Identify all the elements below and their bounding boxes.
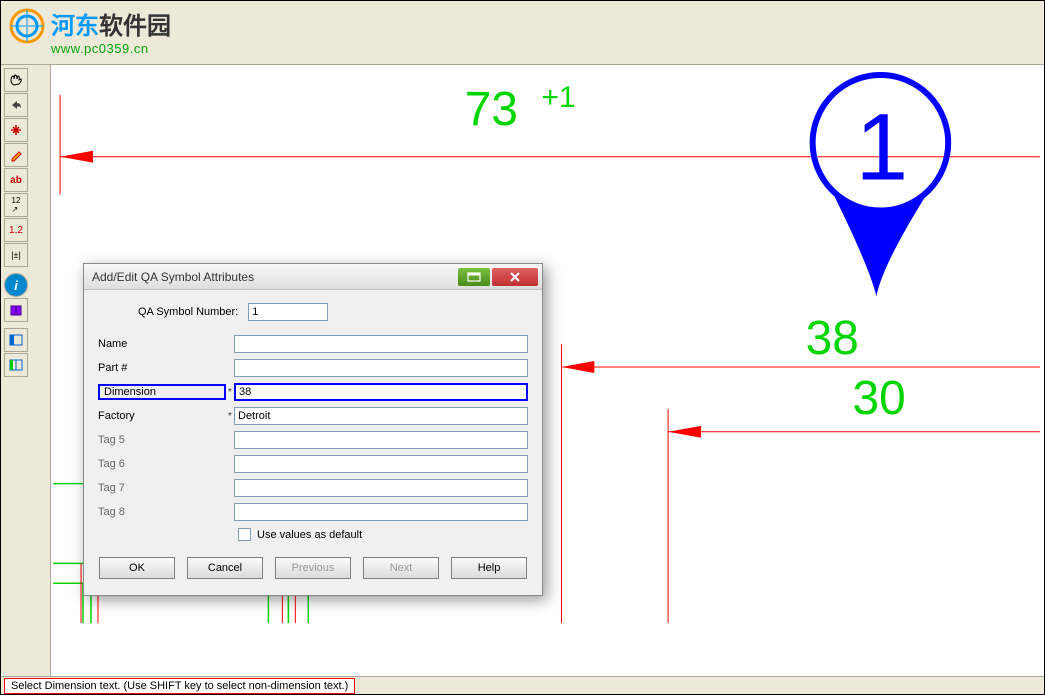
book-icon[interactable] xyxy=(4,298,28,322)
tolerance-icon[interactable]: |±| xyxy=(4,243,28,267)
dimension-star: * xyxy=(226,387,234,398)
tag8-label: Tag 8 xyxy=(98,506,226,518)
dialog-titlebar[interactable]: Add/Edit QA Symbol Attributes xyxy=(84,264,542,290)
previous-button[interactable]: Previous xyxy=(275,557,351,579)
tag5-label: Tag 5 xyxy=(98,434,226,446)
undo-tool-icon[interactable] xyxy=(4,93,28,117)
panel-split-icon[interactable] xyxy=(4,353,28,377)
tag7-label: Tag 7 xyxy=(98,482,226,494)
use-defaults-label: Use values as default xyxy=(257,529,362,541)
use-defaults-checkbox[interactable] xyxy=(238,528,251,541)
pan-tool-icon[interactable] xyxy=(4,68,28,92)
qa-symbol-number-label: QA Symbol Number: xyxy=(138,306,248,318)
left-toolbar: ab 12↗ 1.2 |±| i xyxy=(1,65,51,676)
dim-tol-icon[interactable]: 1.2 xyxy=(4,218,28,242)
info-icon[interactable]: i xyxy=(4,273,28,297)
tag6-input[interactable] xyxy=(234,455,528,473)
dialog-title: Add/Edit QA Symbol Attributes xyxy=(92,270,458,284)
dim-73-text: 73 xyxy=(465,83,518,136)
watermark-text-2: 软件园 xyxy=(99,13,171,40)
pencil-icon[interactable] xyxy=(4,143,28,167)
tag5-input[interactable] xyxy=(234,431,528,449)
qa-symbol-dialog: Add/Edit QA Symbol Attributes QA Symbol … xyxy=(83,263,543,596)
tag6-label: Tag 6 xyxy=(98,458,226,470)
dim-12-icon[interactable]: 12↗ xyxy=(4,193,28,217)
factory-star: * xyxy=(226,411,234,422)
help-window-icon xyxy=(467,272,481,282)
dimension-input[interactable] xyxy=(234,383,528,401)
part-input[interactable] xyxy=(234,359,528,377)
ok-button[interactable]: OK xyxy=(99,557,175,579)
watermark-overlay: 河东软件园 www.pc0359.cn xyxy=(9,6,171,56)
factory-input[interactable] xyxy=(234,407,528,425)
panel-left-icon[interactable] xyxy=(4,328,28,352)
dialog-body: QA Symbol Number: Name Part # Dimension … xyxy=(84,290,542,595)
balloon-number: 1 xyxy=(855,95,908,201)
cancel-button[interactable]: Cancel xyxy=(187,557,263,579)
factory-label: Factory xyxy=(98,410,226,422)
dim-30-text: 30 xyxy=(852,372,905,425)
name-label: Name xyxy=(98,338,226,350)
window-help-button[interactable] xyxy=(458,268,490,286)
part-label: Part # xyxy=(98,362,226,374)
qa-symbol-number-input[interactable] xyxy=(248,303,328,321)
text-ab-icon[interactable]: ab xyxy=(4,168,28,192)
dimension-label: Dimension xyxy=(98,384,226,400)
dim-38-text: 38 xyxy=(806,312,859,365)
tag8-input[interactable] xyxy=(234,503,528,521)
help-button[interactable]: Help xyxy=(451,557,527,579)
qa-balloon-1[interactable]: 1 xyxy=(813,75,949,296)
status-bar: Select Dimension text. (Use SHIFT key to… xyxy=(1,676,1044,694)
name-input[interactable] xyxy=(234,335,528,353)
free-move-icon[interactable] xyxy=(4,118,28,142)
tag7-input[interactable] xyxy=(234,479,528,497)
close-icon xyxy=(509,271,521,283)
watermark-logo-icon xyxy=(7,6,47,46)
next-button[interactable]: Next xyxy=(363,557,439,579)
dim-73-tol: +1 xyxy=(542,81,576,114)
watermark-text-1: 河东 xyxy=(51,13,99,40)
window-close-button[interactable] xyxy=(492,268,538,286)
status-message: Select Dimension text. (Use SHIFT key to… xyxy=(4,678,355,694)
